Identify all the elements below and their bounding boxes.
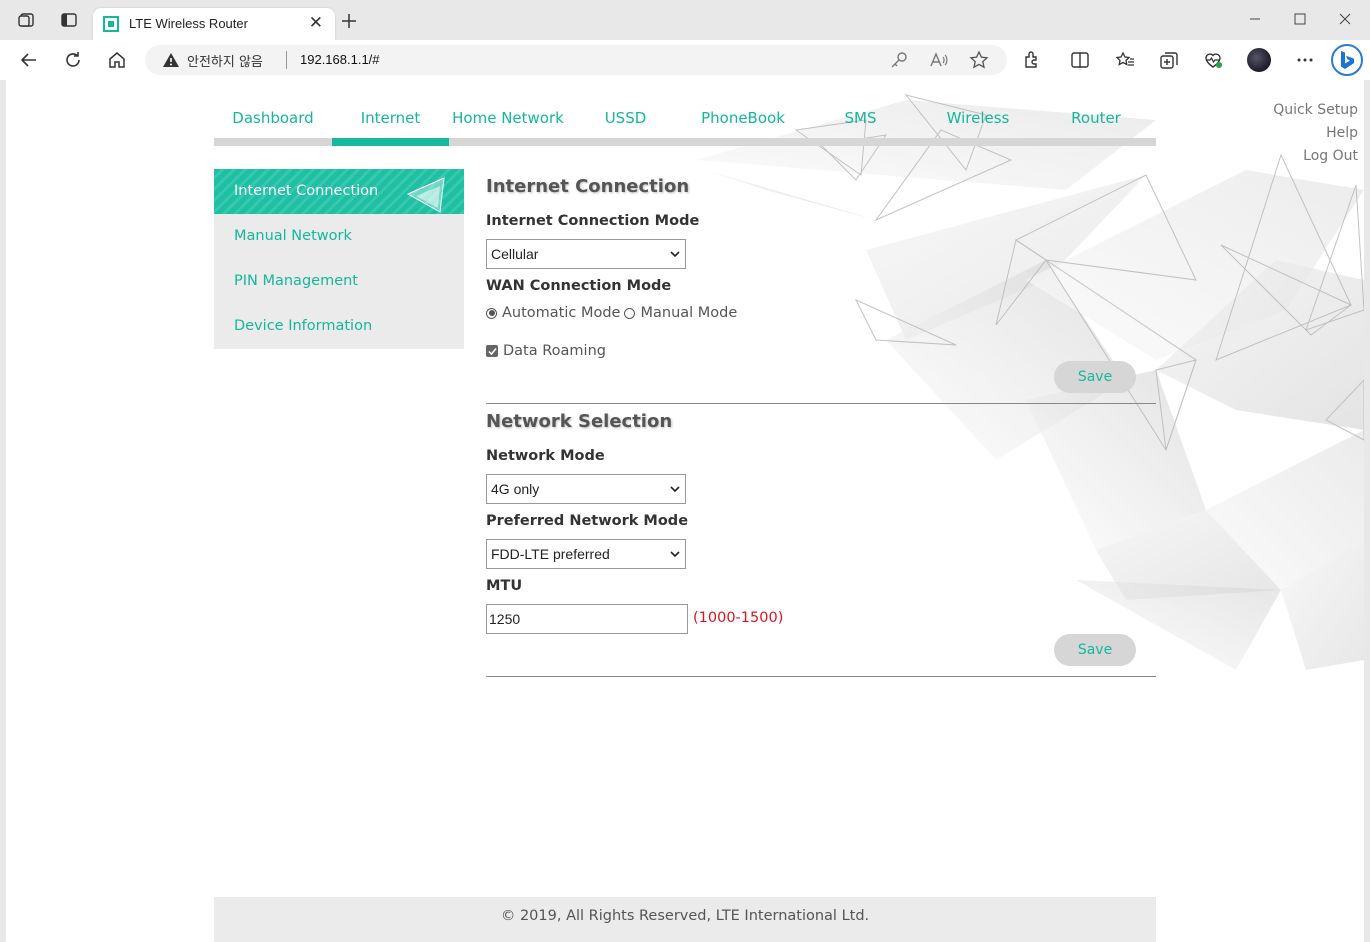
page-footer: © 2019, All Rights Reserved, LTE Interna…	[214, 897, 1156, 942]
mtu-input[interactable]: 1250	[486, 604, 688, 634]
data-roaming-label: Data Roaming	[503, 343, 606, 359]
performance-icon[interactable]	[1203, 50, 1223, 70]
security-status[interactable]: 안전하지 않음	[187, 51, 263, 70]
sidebar-item-manual-network[interactable]: Manual Network	[214, 214, 464, 259]
automatic-mode-label: Automatic Mode	[502, 305, 621, 321]
section-divider	[486, 676, 1156, 677]
chevron-down-icon	[670, 551, 680, 558]
data-roaming-checkbox[interactable]	[486, 345, 498, 357]
mtu-label: MTU	[486, 578, 523, 594]
network-mode-select[interactable]: 4G only	[486, 474, 686, 504]
network-selection-title: Network Selection	[486, 411, 673, 432]
data-roaming-row: Data Roaming	[486, 343, 606, 359]
manual-mode-label: Manual Mode	[640, 305, 738, 321]
window-frame-right	[1364, 80, 1370, 942]
key-icon[interactable]	[889, 50, 909, 70]
save-network-selection-button[interactable]: Save	[1054, 634, 1136, 666]
sidebar: Internet Connection Manual Network PIN M…	[214, 169, 464, 349]
nav-sms[interactable]: SMS	[802, 108, 919, 138]
minimize-icon[interactable]	[1232, 6, 1278, 32]
browser-tab-bar: LTE Wireless Router ✕	[0, 0, 1370, 40]
section-divider	[486, 403, 1156, 404]
nav-dashboard[interactable]: Dashboard	[214, 108, 332, 138]
sidebar-item-pin-management[interactable]: PIN Management	[214, 259, 464, 304]
background-polygon-art	[696, 94, 1364, 670]
connection-mode-select[interactable]: Cellular	[486, 239, 686, 269]
split-screen-icon[interactable]	[1070, 50, 1090, 70]
chevron-down-icon	[670, 486, 680, 493]
nav-router[interactable]: Router	[1037, 108, 1155, 138]
more-menu-icon[interactable]	[1295, 50, 1315, 70]
extensions-icon[interactable]	[1022, 50, 1042, 70]
sidebar-item-label: Internet Connection	[234, 183, 379, 199]
collections-icon[interactable]	[1159, 50, 1179, 70]
back-icon[interactable]	[19, 50, 39, 70]
vertical-tabs-icon[interactable]	[59, 10, 79, 30]
tab-title: LTE Wireless Router	[129, 16, 248, 31]
new-tab-icon[interactable]	[340, 12, 358, 30]
preferred-network-mode-select[interactable]: FDD-LTE preferred	[486, 539, 686, 569]
nav-phonebook[interactable]: PhoneBook	[684, 108, 802, 138]
quick-setup-link[interactable]: Quick Setup	[1273, 102, 1358, 118]
profile-avatar[interactable]	[1247, 48, 1271, 72]
nav-wireless[interactable]: Wireless	[919, 108, 1037, 138]
tab-close-icon[interactable]: ✕	[309, 14, 323, 32]
preferred-network-mode-label: Preferred Network Mode	[486, 513, 689, 529]
nav-home-network[interactable]: Home Network	[449, 108, 567, 138]
sidebar-item-label: Device Information	[234, 318, 373, 334]
help-link[interactable]: Help	[1326, 125, 1358, 141]
address-bar[interactable]	[145, 45, 1007, 75]
connection-mode-label: Internet Connection Mode	[486, 213, 700, 229]
browser-tab[interactable]: LTE Wireless Router ✕	[93, 8, 335, 40]
address-divider	[286, 51, 287, 69]
wan-mode-radio-group: Automatic Mode Manual Mode	[486, 305, 737, 321]
bing-copilot-icon[interactable]	[1331, 44, 1363, 76]
maximize-icon[interactable]	[1277, 6, 1323, 32]
sidebar-item-internet-connection[interactable]: Internet Connection	[214, 169, 464, 214]
main-nav: Dashboard Internet Home Network USSD Pho…	[214, 108, 1156, 146]
refresh-icon[interactable]	[63, 50, 83, 70]
sidebar-item-label: Manual Network	[234, 228, 352, 244]
nav-internet[interactable]: Internet	[332, 108, 449, 146]
workspaces-icon[interactable]	[17, 10, 37, 30]
favorite-star-icon[interactable]	[969, 50, 989, 70]
internet-connection-title: Internet Connection	[486, 176, 690, 197]
warning-icon[interactable]	[162, 51, 180, 69]
router-page: Dashboard Internet Home Network USSD Pho…	[6, 80, 1364, 942]
sidebar-item-label: PIN Management	[234, 273, 358, 289]
chevron-down-icon	[670, 251, 680, 258]
automatic-mode-radio[interactable]	[486, 307, 497, 319]
decor-triangle-icon	[406, 177, 445, 213]
sidebar-item-device-information[interactable]: Device Information	[214, 304, 464, 349]
save-internet-connection-button[interactable]: Save	[1054, 361, 1136, 393]
home-icon[interactable]	[107, 50, 127, 70]
wan-mode-label: WAN Connection Mode	[486, 278, 672, 294]
router-favicon-icon	[103, 16, 119, 32]
favorites-icon[interactable]	[1115, 50, 1135, 70]
logout-link[interactable]: Log Out	[1303, 148, 1358, 164]
manual-mode-radio[interactable]	[624, 307, 636, 319]
read-aloud-icon[interactable]	[929, 50, 949, 70]
close-window-icon[interactable]	[1322, 6, 1368, 32]
url-text[interactable]: 192.168.1.1/#	[300, 52, 380, 67]
network-mode-label: Network Mode	[486, 448, 605, 464]
nav-ussd[interactable]: USSD	[567, 108, 684, 138]
checkmark-icon	[487, 347, 497, 355]
mtu-range-hint: (1000-1500)	[693, 610, 784, 626]
